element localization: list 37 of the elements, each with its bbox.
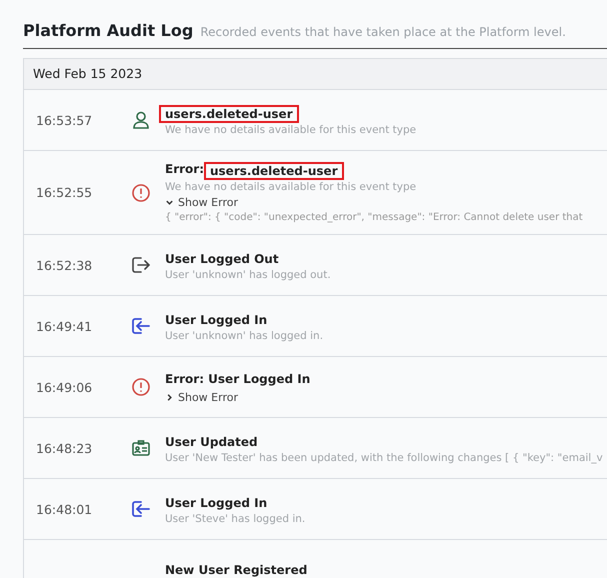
event-title: users.deleted-user — [159, 104, 299, 122]
event-title: New User Registered — [164, 562, 308, 578]
event-time: 16:52:55 — [36, 185, 92, 200]
event-details: User 'unknown' has logged in. — [165, 330, 324, 342]
event-title: User Logged In — [164, 312, 268, 328]
event-details: We have no details available for this event type — [165, 181, 418, 193]
error-details: { "error": { "code": "unexpected_error", "message": "Error: Cannot delete user that — [165, 212, 583, 223]
page-title: Platform Audit Log — [23, 21, 194, 40]
page-subtitle: Recorded events that have taken place at the Platform level. — [200, 25, 566, 39]
event-details: User 'Steve' has logged in. — [165, 512, 306, 524]
event-title: User Logged In — [164, 494, 268, 512]
login-icon — [132, 501, 150, 517]
logout-icon — [132, 257, 150, 273]
event-details: User 'unknown' has logged out. — [165, 268, 331, 280]
user-icon — [133, 111, 149, 129]
caret-icon — [165, 198, 174, 207]
event-title: User Logged Out — [164, 250, 280, 268]
event-details: We have no details available for this event type — [165, 124, 416, 136]
error-icon — [132, 184, 150, 202]
event-time: 16:52:38 — [36, 258, 92, 272]
date-header: Wed Feb 15 2023 — [24, 59, 607, 90]
event-title: User Updated — [164, 434, 259, 450]
id-card-icon — [132, 440, 150, 456]
error-icon — [132, 378, 150, 396]
event-time: 16:48:01 — [36, 502, 92, 516]
event-title-prefix: Error: — [165, 162, 204, 178]
event-time: 16:48:23 — [36, 440, 92, 456]
event-time: 16:53:57 — [36, 112, 92, 128]
login-icon — [132, 318, 150, 334]
event-details: User 'New Tester' has been updated, with the following changes [ { "key": "email_v — [165, 452, 603, 464]
show-error-toggle[interactable]: Show Error — [165, 196, 583, 209]
event-title: users.deleted-user — [204, 162, 344, 180]
event-time: 16:49:41 — [36, 318, 92, 334]
show-error-toggle[interactable]: Show Error — [165, 391, 316, 404]
event-title: Error: User Logged In — [164, 371, 312, 388]
caret-icon — [165, 393, 174, 402]
event-time: 16:49:06 — [36, 380, 92, 394]
